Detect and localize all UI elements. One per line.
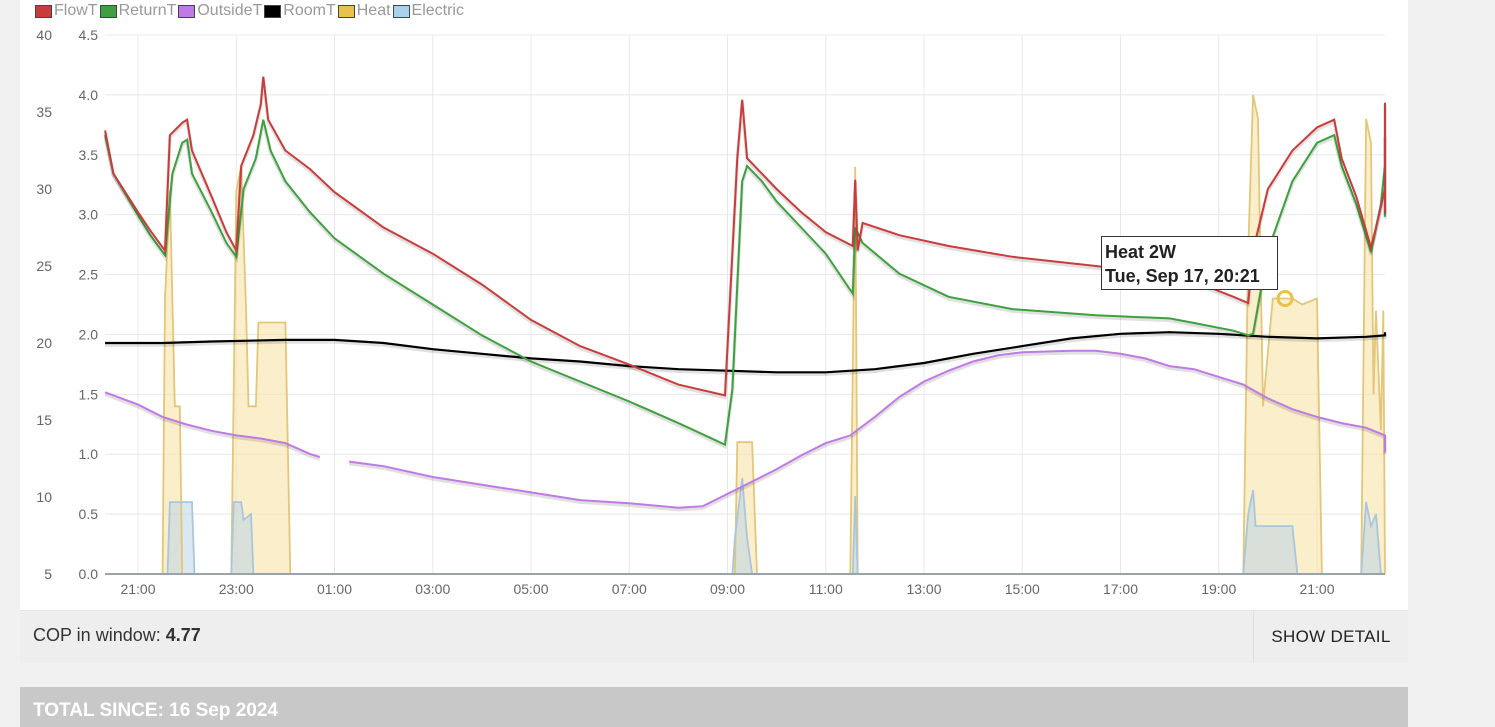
y-right-tick-label: 4.5 <box>79 27 99 43</box>
legend-item-flowt[interactable]: FlowT <box>35 2 98 20</box>
x-tick-label: 01:00 <box>317 581 352 597</box>
legend-label: Heat <box>356 2 391 19</box>
y-right-tick-label: 2.0 <box>79 326 99 342</box>
temperature-power-chart[interactable]: 5 10 15 20 25 30 35 40 0.0 0.5 1.0 1.5 2.0 2.5 3.0 3.5 4… <box>0 0 1495 610</box>
legend-item-returnt[interactable]: ReturnT <box>99 2 177 20</box>
y-left-tick-label: 20 <box>36 335 52 351</box>
legend-swatch <box>264 4 282 18</box>
y-right-tick-label: 0.5 <box>79 506 99 522</box>
cop-in-window: COP in window: 4.77 <box>33 625 201 646</box>
y-right-tick-label: 3.5 <box>79 147 99 163</box>
chart-tooltip: Heat 2W Tue, Sep 17, 20:21 <box>1101 236 1278 290</box>
x-tick-label: 13:00 <box>906 581 941 597</box>
x-tick-label: 11:00 <box>809 581 843 597</box>
legend-label: FlowT <box>54 2 98 19</box>
x-tick-label: 05:00 <box>513 581 548 597</box>
y-left-tick-label: 15 <box>36 412 52 428</box>
show-detail-button[interactable]: SHOW DETAIL <box>1253 611 1408 663</box>
x-tick-label: 19:00 <box>1201 581 1236 597</box>
legend-swatch <box>99 4 117 18</box>
legend-swatch <box>392 4 410 18</box>
legend-item-heat[interactable]: Heat <box>337 2 391 20</box>
legend-item-outsidet[interactable]: OutsideT <box>178 2 262 20</box>
tooltip-series-value: Heat 2W <box>1105 242 1177 262</box>
x-tick-label: 09:00 <box>710 581 745 597</box>
legend-item-roomt[interactable]: RoomT <box>264 2 336 20</box>
y-right-tick-label: 2.5 <box>79 267 99 283</box>
y-left-tick-label: 40 <box>36 27 52 43</box>
x-tick-label: 17:00 <box>1103 581 1138 597</box>
legend-swatch <box>35 4 52 18</box>
y-right-tick-label: 1.5 <box>79 386 99 402</box>
x-tick-label: 21:00 <box>1299 581 1334 597</box>
x-tick-label: 23:00 <box>219 581 254 597</box>
y-left-tick-label: 35 <box>36 104 52 120</box>
y-left-tick-label: 5 <box>44 566 52 582</box>
y-right-tick-label: 0.0 <box>79 566 99 582</box>
legend-swatch <box>178 4 196 18</box>
y-right-tick-label: 1.0 <box>79 446 99 462</box>
chart-legend: FlowT ReturnT OutsideT RoomT Heat Electric <box>35 1 466 21</box>
legend-label: RoomT <box>283 2 336 19</box>
y-right-tick-label: 4.0 <box>79 87 99 103</box>
y-left-tick-label: 25 <box>36 258 52 274</box>
y-left-tick-label: 10 <box>36 489 52 505</box>
total-since-label: TOTAL SINCE: 16 Sep 2024 <box>33 700 278 721</box>
x-tick-label: 21:00 <box>120 581 155 597</box>
legend-swatch <box>337 4 355 18</box>
cop-bar: COP in window: 4.77 SHOW DETAIL <box>20 610 1408 663</box>
cop-label-text: COP in window: <box>33 625 166 645</box>
x-tick-label: 03:00 <box>415 581 450 597</box>
series-line-roomt <box>105 331 1387 374</box>
legend-label: ReturnT <box>118 2 177 19</box>
tooltip-datetime: Tue, Sep 17, 20:21 <box>1105 266 1260 286</box>
total-since-header[interactable]: TOTAL SINCE: 16 Sep 2024 <box>20 687 1408 727</box>
legend-label: Electric <box>411 2 464 19</box>
x-tick-label: 15:00 <box>1005 581 1040 597</box>
cop-value: 4.77 <box>165 625 201 645</box>
legend-item-electric[interactable]: Electric <box>392 2 464 20</box>
y-right-tick-label: 3.0 <box>79 207 99 223</box>
x-tick-label: 07:00 <box>612 581 647 597</box>
legend-label: OutsideT <box>197 2 263 19</box>
y-left-tick-label: 30 <box>36 181 52 197</box>
